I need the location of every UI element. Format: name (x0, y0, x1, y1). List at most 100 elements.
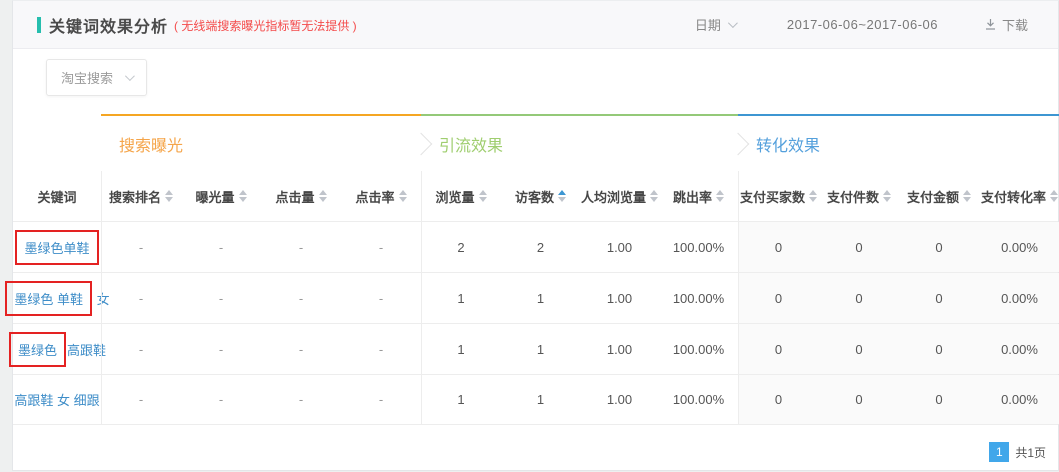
column-header-4[interactable]: 点击量 (261, 171, 341, 221)
column-header-label: 点击量 (275, 187, 314, 206)
table-cell: - (101, 222, 181, 272)
column-header-7[interactable]: 访客数 (501, 171, 580, 221)
column-header-9[interactable]: 跳出率 (659, 171, 738, 221)
keyword-link[interactable]: 高跟鞋 女 细跟 (14, 390, 99, 409)
table-cell: - (341, 375, 421, 424)
column-header-11[interactable]: 支付件数 (819, 171, 899, 221)
annotation-red-box: 墨绿色 单鞋 (5, 281, 92, 316)
sort-icon (809, 190, 817, 202)
column-header-3[interactable]: 曝光量 (181, 171, 261, 221)
column-group-row: 搜索曝光引流效果转化效果 (13, 114, 1058, 171)
column-header-label: 访客数 (515, 187, 554, 206)
table-cell: - (181, 273, 261, 323)
download-button[interactable]: 下载 (984, 15, 1028, 34)
column-header-5[interactable]: 点击率 (341, 171, 421, 221)
table-cell: - (261, 375, 341, 424)
table-cell: 0 (738, 273, 819, 323)
column-header-8[interactable]: 人均浏览量 (580, 171, 659, 221)
table-cell: 0 (899, 273, 979, 323)
column-header-6[interactable]: 浏览量 (421, 171, 501, 221)
page-button-1[interactable]: 1 (989, 442, 1009, 462)
sort-icon (165, 190, 173, 202)
column-group-2: 引流效果 (421, 114, 738, 171)
keyword-cell: 墨绿色单鞋 (13, 222, 101, 272)
table-cell: 0 (899, 375, 979, 424)
column-header-10[interactable]: 支付买家数 (738, 171, 819, 221)
table-cell: 1 (421, 375, 501, 424)
column-header-13[interactable]: 支付转化率 (979, 171, 1059, 221)
column-header-label: 支付件数 (827, 187, 879, 206)
sort-icon (399, 190, 407, 202)
sort-icon (650, 190, 658, 202)
sort-icon (479, 190, 487, 202)
table-cell: 0 (819, 222, 899, 272)
column-group-1: 搜索曝光 (101, 114, 421, 171)
pagination-total-label: 共1页 (1015, 444, 1046, 461)
table-cell: - (101, 324, 181, 374)
table-cell: 1 (501, 375, 580, 424)
table-cell: 2 (501, 222, 580, 272)
table-cell: - (261, 222, 341, 272)
keyword-analysis-panel: 关键词效果分析 ( 无线端搜索曝光指标暂无法提供 ) 日期 2017-06-06… (12, 0, 1059, 471)
table-cell: 0 (819, 375, 899, 424)
column-header-2[interactable]: 搜索排名 (101, 171, 181, 221)
keyword-cell: 墨绿色高跟鞋 (13, 324, 101, 374)
table-cell: 0.00% (979, 375, 1059, 424)
column-divider (421, 171, 422, 425)
column-header-label: 关键词 (37, 187, 76, 206)
table-cell: 100.00% (659, 324, 738, 374)
channel-select-dropdown[interactable]: 淘宝搜索 (46, 59, 147, 96)
annotation-red-box: 墨绿色单鞋 (15, 230, 98, 265)
sort-icon (558, 190, 566, 202)
column-header-12[interactable]: 支付金额 (899, 171, 979, 221)
column-divider (101, 171, 102, 425)
table-cell: 1 (501, 324, 580, 374)
keyword-link[interactable]: 墨绿色高跟鞋 (8, 332, 106, 367)
table-cell: 0 (738, 375, 819, 424)
column-header-label: 支付买家数 (740, 187, 805, 206)
sort-icon (883, 190, 891, 202)
sort-icon (239, 190, 247, 202)
table-cell: 0 (738, 222, 819, 272)
title-note: ( 无线端搜索曝光指标暂无法提供 ) (174, 17, 357, 34)
keyword-cell: 墨绿色 单鞋 女 (13, 273, 101, 323)
date-range-value: 2017-06-06~2017-06-06 (787, 17, 938, 32)
date-filter-dropdown[interactable]: 日期 (695, 15, 735, 34)
table-cell: 0 (899, 324, 979, 374)
table-cell: - (101, 273, 181, 323)
sort-icon (963, 190, 971, 202)
table-cell: 0.00% (979, 222, 1059, 272)
sort-icon (716, 190, 724, 202)
column-header-label: 支付转化率 (981, 187, 1046, 206)
column-header-label: 曝光量 (195, 187, 234, 206)
keyword-link[interactable]: 墨绿色 单鞋 女 (4, 281, 109, 316)
table-cell: 1 (421, 324, 501, 374)
table-cell: 2 (421, 222, 501, 272)
chevron-down-icon (125, 71, 135, 81)
table-cell: 0.00% (979, 273, 1059, 323)
table-cell: 1.00 (580, 375, 659, 424)
column-header-label: 支付金额 (907, 187, 959, 206)
table-cell: 100.00% (659, 222, 738, 272)
table-cell: - (181, 324, 261, 374)
keyword-link[interactable]: 墨绿色单鞋 (14, 230, 99, 265)
title-bar-right: 日期 2017-06-06~2017-06-06 下载 (695, 15, 1028, 34)
column-group-3: 转化效果 (738, 114, 1059, 171)
pagination: 1 共1页 (989, 442, 1046, 462)
column-header-1: 关键词 (13, 171, 101, 221)
table-cell: 0 (819, 324, 899, 374)
table-cell: 100.00% (659, 273, 738, 323)
table-cell: 1.00 (580, 324, 659, 374)
toolbar: 淘宝搜索 (13, 59, 1058, 114)
page-title: 关键词效果分析 (49, 13, 168, 37)
sort-icon (1050, 190, 1058, 202)
table-header-row: 关键词 搜索排名曝光量 点击量 点击率浏览量访客数 人均浏览量跳出率 支付买家数 支付件数 支… (13, 171, 1058, 221)
keyword-cell: 高跟鞋 女 细跟 (13, 375, 101, 424)
column-header-label: 跳出率 (673, 187, 712, 206)
table-cell: - (341, 273, 421, 323)
table-row: 墨绿色高跟鞋----111.00100.00%0000.00% (13, 323, 1058, 374)
table-cell: - (341, 324, 421, 374)
table-cell: - (101, 375, 181, 424)
table-cell: 0 (899, 222, 979, 272)
date-filter-label: 日期 (695, 15, 721, 34)
